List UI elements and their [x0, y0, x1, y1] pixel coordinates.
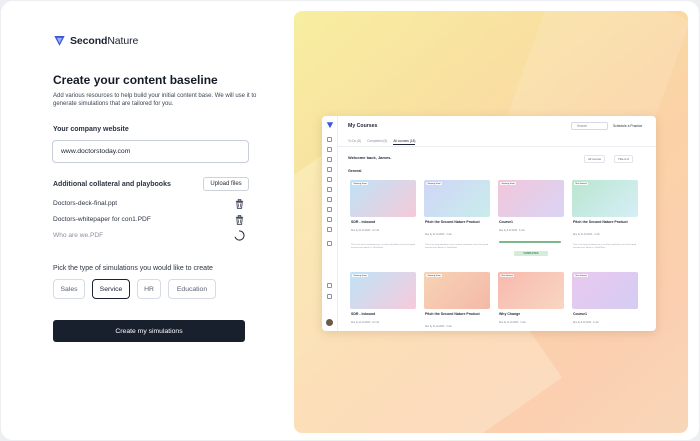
home-icon	[327, 137, 332, 142]
course-card: Starting Soon Pitch the Second Nature Pr…	[424, 272, 490, 331]
avatar	[326, 319, 333, 326]
file-item: Doctors-deck-final.ppt	[53, 200, 118, 207]
chat-icon	[327, 197, 332, 202]
alert-icon	[327, 217, 332, 222]
preview-search-input: Search	[571, 122, 608, 130]
course-meta: Due by 11.10.2023 · 12 min	[351, 322, 380, 324]
course-card: Not Started Why Change Due by 11.10.2023…	[498, 272, 564, 331]
content-baseline-panel: SecondNature Create your content baselin…	[1, 1, 294, 440]
course-title: Why Change	[499, 312, 521, 316]
user-icon	[327, 147, 332, 152]
simulation-type-label: Pick the type of simulations you would l…	[53, 265, 213, 272]
course-progress-bar	[499, 241, 561, 243]
preview-title: My Courses	[348, 123, 378, 129]
website-label: Your company website	[53, 126, 129, 133]
document-icon	[327, 167, 332, 172]
brand-logo: SecondNature	[53, 34, 138, 47]
file-item: Doctors-whitepaper for con1.PDF	[53, 216, 151, 223]
course-title: Pitch the Second Nature Product	[425, 220, 480, 224]
course-tag: Starting Soon	[352, 182, 369, 185]
preview-welcome: Welcome back, James.	[348, 155, 392, 160]
course-card: Starting Soon SDR - Inbound Due by 11.10…	[350, 180, 416, 264]
course-tag: Starting Soon	[426, 274, 443, 277]
course-thumbnail: Not Started	[572, 272, 638, 309]
image-icon	[327, 227, 332, 232]
preview-tab: To Do (8)	[348, 139, 362, 143]
file-item-uploading: Who are we.PDF	[53, 232, 104, 239]
course-thumbnail: Not Started	[572, 180, 638, 217]
course-meta: Due by 9.12.2023 · 6 min	[499, 230, 525, 232]
course-tag: Starting Soon	[426, 182, 443, 185]
preview-tabs: To Do (8) Completed (5) All courses (18)	[348, 139, 416, 145]
trash-icon[interactable]	[235, 215, 244, 225]
course-title: Pitch the Second Nature Product	[425, 312, 480, 316]
course-title: Course1	[573, 312, 588, 316]
option-hr[interactable]: HR	[137, 279, 161, 299]
onboarding-window: SecondNature Create your content baselin…	[1, 1, 699, 440]
course-card: Not Started Course1 Due by 9.12.2023 · 6…	[572, 272, 638, 331]
page-title: Create your content baseline	[53, 73, 218, 87]
page-subtitle: Add various resources to help build your…	[53, 93, 257, 107]
option-education[interactable]: Education	[168, 279, 216, 299]
preview-tab: Completed (5)	[367, 139, 388, 143]
course-thumbnail: Starting Soon	[350, 180, 416, 217]
help-icon	[327, 294, 332, 299]
course-tag: Starting Soon	[500, 182, 517, 185]
preview-filter: All course	[584, 155, 606, 163]
course-title: SDR - Inbound	[351, 312, 376, 316]
preview-panel: My Courses Search Schedule a Practice To…	[294, 11, 688, 433]
course-meta: Due by 11.10.2023 · 4 min	[425, 326, 452, 328]
trash-icon[interactable]	[235, 199, 244, 209]
collateral-label: Additional collateral and playbooks	[53, 181, 171, 188]
course-tag: Not Started	[500, 274, 515, 277]
course-description: This is the short simulation over, no ot…	[351, 244, 415, 249]
users-icon	[327, 157, 332, 162]
completed-badge: COMPLETED	[514, 251, 548, 256]
course-thumbnail: Starting Soon	[424, 180, 490, 217]
option-sales[interactable]: Sales	[53, 279, 85, 299]
second-nature-logo-icon	[54, 35, 65, 46]
upload-files-button[interactable]: Upload files	[203, 177, 249, 191]
course-thumbnail: Not Started	[498, 272, 564, 309]
course-meta: Due by 11.10.2023 · 4 min	[499, 322, 526, 324]
brand-name: SecondNature	[70, 34, 139, 47]
preview-section-title: General	[348, 169, 362, 173]
course-thumbnail: Starting Soon	[424, 272, 490, 309]
course-card: Not Started Pitch the Second Nature Prod…	[572, 180, 638, 264]
create-simulations-button[interactable]: Create my simulations	[53, 320, 245, 342]
course-card: Starting Soon Pitch the Second Nature Pr…	[424, 180, 490, 264]
course-meta: Due by 11.10.2023 · 4 min	[573, 234, 600, 236]
course-thumbnail: Starting Soon	[498, 180, 564, 217]
preview-sort: Title A-Z	[614, 155, 634, 163]
course-thumbnail: Starting Soon	[350, 272, 416, 309]
course-card: Starting Soon Course1 Due by 9.12.2023 ·…	[498, 180, 564, 264]
course-meta: Due by 9.12.2023 · 6 min	[573, 322, 599, 324]
file-icon	[327, 187, 332, 192]
course-card: Starting Soon SDR - Inbound Due by 11.10…	[350, 272, 416, 331]
preview-divider	[338, 146, 656, 147]
preview-schedule-button: Schedule a Practice	[613, 124, 643, 128]
course-preview: My Courses Search Schedule a Practice To…	[322, 116, 656, 331]
grid-icon	[327, 241, 332, 246]
preview-tab-active: All courses (18)	[393, 139, 416, 145]
course-meta: Due by 11.10.2023 · 12 min	[351, 230, 380, 232]
list-icon	[327, 177, 332, 182]
course-title: SDR - Inbound	[351, 220, 376, 224]
website-input[interactable]	[52, 140, 249, 163]
preview-sidebar	[322, 116, 338, 331]
course-tag: Starting Soon	[352, 274, 369, 277]
second-nature-logo-icon	[326, 122, 334, 129]
course-tag: Not Started	[574, 274, 589, 277]
course-title: Pitch the Second Nature Product	[573, 220, 628, 224]
course-description: This is the long simulation over, no oth…	[425, 244, 489, 249]
loading-spinner-icon	[234, 230, 245, 241]
course-tag: Not Started	[574, 182, 589, 185]
chart-icon	[327, 207, 332, 212]
settings-icon	[327, 283, 332, 288]
option-service[interactable]: Service	[92, 279, 130, 299]
simulation-type-options: Sales Service HR Education	[53, 279, 216, 299]
course-description: This is the long simulation over, no oth…	[573, 244, 637, 249]
course-title: Course1	[499, 220, 514, 224]
course-meta: Due by 11.10.2023 · 4 min	[425, 234, 452, 236]
